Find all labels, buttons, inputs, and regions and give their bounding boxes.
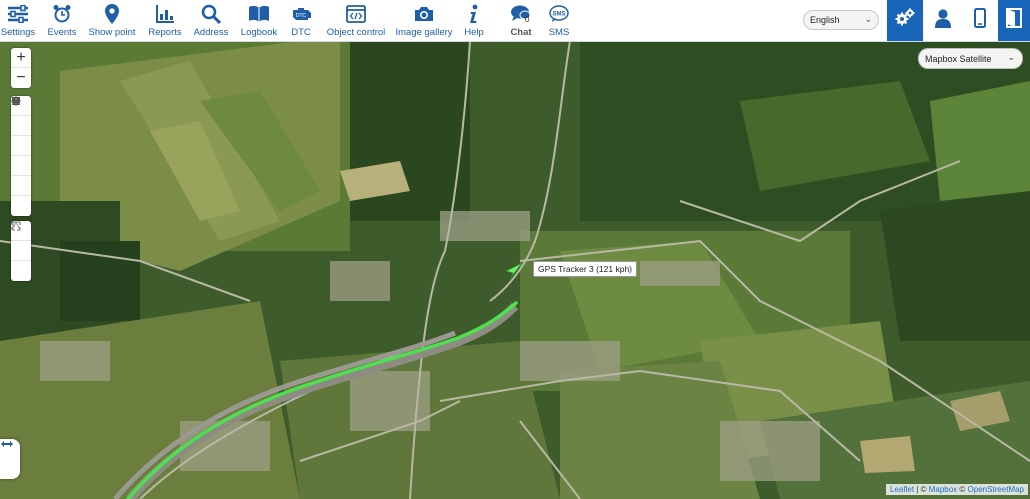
vehicle-tooltip: GPS Tracker 3 (121 kph) (533, 261, 638, 277)
svg-text:SMS: SMS (552, 12, 565, 18)
angle-icon[interactable] (11, 221, 31, 281)
help-label: Help (464, 27, 484, 38)
engine-icon: DTC (290, 3, 312, 25)
sun-burst-icon[interactable] (11, 96, 31, 216)
object-control-label: Object control (326, 27, 386, 38)
chat-label: Chat (510, 27, 532, 38)
dtc-label: DTC (291, 27, 311, 38)
shield-icon[interactable] (11, 97, 31, 156)
reports-button[interactable]: Reports (148, 0, 182, 41)
language-value: English (810, 15, 840, 25)
address-label: Address (193, 27, 229, 38)
circle-target-icon[interactable] (11, 96, 31, 196)
zoom-control: + − (11, 48, 31, 88)
map-layer-value: Mapbox Satellite (925, 53, 992, 64)
show-point-label: Show point (88, 27, 136, 38)
chart-icon (155, 3, 175, 25)
events-label: Events (47, 27, 77, 38)
sms-label: SMS (548, 27, 570, 38)
leaflet-link[interactable]: Leaflet (890, 485, 914, 494)
road-icon[interactable] (11, 97, 31, 176)
logbook-button[interactable]: Logbook (240, 0, 278, 41)
show-point-button[interactable]: Show point (88, 0, 136, 41)
top-toolbar: Settings Events Show point Reports Addre… (0, 0, 1030, 42)
user-button[interactable] (925, 0, 961, 41)
zoom-out-button[interactable]: − (11, 68, 31, 88)
map-attribution: Leaflet | © Mapbox © OpenStreetMap (886, 484, 1028, 495)
map-layer-select[interactable]: Mapbox Satellite ⌄ (918, 48, 1023, 69)
attribution-sep-1: | © (914, 485, 929, 494)
map-pin-icon (105, 3, 119, 25)
book-icon (248, 3, 270, 25)
chat-count-badge: 0 (525, 15, 530, 24)
settings-button[interactable]: Settings (0, 0, 36, 41)
settings-sliders-icon (8, 3, 28, 25)
satellite-imagery (0, 41, 1030, 499)
events-button[interactable]: Events (47, 0, 77, 41)
map-tools-secondary (11, 221, 31, 281)
info-icon (468, 3, 480, 25)
side-panel-toggle[interactable] (0, 439, 20, 479)
reports-label: Reports (148, 27, 182, 38)
logbook-label: Logbook (240, 27, 278, 38)
settings-gear-button[interactable] (887, 0, 923, 41)
ruler-icon[interactable] (11, 221, 31, 261)
chat-button[interactable]: 0 Chat (506, 0, 536, 41)
zoom-in-button[interactable]: + (11, 48, 31, 68)
gear-icon (894, 7, 916, 34)
alarm-clock-icon (52, 3, 72, 25)
logout-icon (1006, 8, 1022, 33)
language-select[interactable]: English ⌄ (803, 10, 879, 30)
logout-button[interactable] (998, 0, 1030, 41)
camera-icon (413, 3, 435, 25)
osm-link[interactable]: OpenStreetMap (968, 485, 1024, 494)
chevron-down-icon: ⌄ (1007, 52, 1015, 62)
dtc-button[interactable]: DTC DTC (290, 0, 312, 41)
map-tools (11, 96, 31, 216)
satellite-map[interactable]: + − Mapbox Satellite ⌄ GPS Tracker 3 (12… (0, 41, 1030, 499)
attribution-sep-2: © (957, 485, 968, 494)
help-button[interactable]: Help (464, 0, 484, 41)
settings-label: Settings (0, 27, 36, 38)
mapbox-link[interactable]: Mapbox (929, 485, 957, 494)
image-gallery-button[interactable]: Image gallery (395, 0, 453, 41)
code-window-icon (346, 3, 366, 25)
svg-text:DTC: DTC (296, 13, 307, 19)
mobile-button[interactable] (962, 0, 998, 41)
search-icon (201, 3, 221, 25)
chevron-down-icon: ⌄ (864, 14, 872, 24)
sms-button[interactable]: SMS SMS (548, 0, 570, 41)
image-gallery-label: Image gallery (395, 27, 453, 38)
sms-bubble-icon: SMS (549, 3, 569, 25)
address-button[interactable]: Address (193, 0, 229, 41)
mobile-phone-icon (974, 8, 986, 33)
object-control-button[interactable]: Object control (326, 0, 386, 41)
user-icon (934, 8, 952, 33)
text-tool-icon[interactable] (11, 97, 31, 136)
